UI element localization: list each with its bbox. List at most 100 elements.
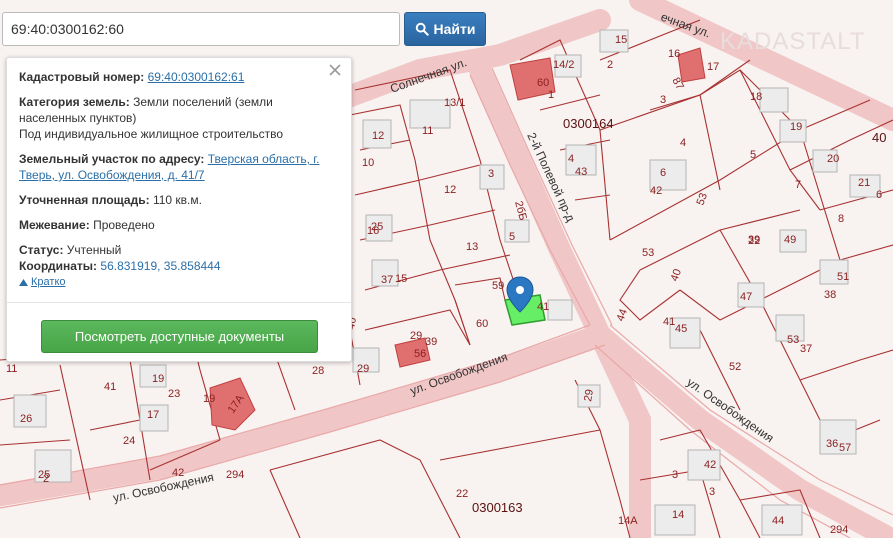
address-row: Земельный участок по адресу: Тверская об… xyxy=(19,151,339,183)
parcel-number-label: 12 xyxy=(444,184,456,196)
land-use-value: Под индивидуальное жилищное строительств… xyxy=(19,127,284,141)
area-row: Уточненная площадь: 110 кв.м. xyxy=(19,192,339,208)
parcel-number-label: 57 xyxy=(839,442,851,454)
parcel-number-label: 17 xyxy=(707,61,719,73)
parcel-number-label: 19 xyxy=(790,121,802,133)
parcel-number-label: 7 xyxy=(795,179,801,191)
coordinates-label: Координаты: xyxy=(19,259,98,273)
parcel-number-label: 2 xyxy=(43,473,49,485)
parcel-number-label: 59 xyxy=(492,280,504,292)
survey-row: Межевание: Проведено xyxy=(19,217,339,233)
parcel-number-label: 24 xyxy=(123,435,135,447)
parcel-number-label: 43 xyxy=(575,166,587,178)
quarter-label: 40 xyxy=(872,130,886,145)
cadastral-number-link[interactable]: 69:40:0300162:61 xyxy=(148,70,245,84)
search-icon xyxy=(415,22,429,36)
parcel-number-label: 38 xyxy=(824,289,836,301)
parcel-number-label: 41 xyxy=(537,301,549,313)
parcel-number-label: 14/2 xyxy=(553,59,574,71)
parcel-number-label: 14 xyxy=(672,509,684,521)
parcel-number-label: 23 xyxy=(168,388,180,400)
parcel-number-label: 10 xyxy=(362,157,374,169)
parcel-number-label: 5 xyxy=(509,231,515,243)
parcel-number-label: 28 xyxy=(312,365,324,377)
address-label: Земельный участок по адресу: xyxy=(19,152,205,166)
parcel-number-label: 37 xyxy=(381,274,393,286)
parcel-number-label: 3 xyxy=(488,168,494,180)
parcel-number-label: 41 xyxy=(663,316,675,328)
parcel-number-label: 13 xyxy=(466,241,478,253)
parcel-number-label: 42 xyxy=(650,185,662,197)
parcel-number-label: 26 xyxy=(20,413,32,425)
parcel-number-label: 60 xyxy=(476,318,488,330)
status-row: Статус: Учтенный xyxy=(19,242,339,258)
parcel-number-label: 294 xyxy=(830,524,848,536)
parcel-number-label: 4 xyxy=(568,153,574,165)
land-category-label: Категория земель: xyxy=(19,95,130,109)
parcel-number-label: 56 xyxy=(414,348,426,360)
parcel-number-label: 39 xyxy=(748,234,760,246)
parcel-number-label: 45 xyxy=(675,323,687,335)
parcel-number-label: 29 xyxy=(582,388,596,402)
parcel-number-label: 19 xyxy=(203,393,215,405)
parcel-number-label: 21 xyxy=(858,177,870,189)
coordinates-value[interactable]: 56.831919, 35.858444 xyxy=(100,259,220,273)
parcel-number-label: 1 xyxy=(548,89,554,101)
parcel-number-label: 53 xyxy=(642,247,654,259)
parcel-number-label: 6 xyxy=(660,167,666,179)
parcel-number-label: 3 xyxy=(672,469,678,481)
divider xyxy=(7,302,351,303)
parcel-number-label: 15 xyxy=(615,34,627,46)
parcel-number-label: 18 xyxy=(750,91,762,103)
view-documents-button[interactable]: Посмотреть доступные документы xyxy=(41,320,318,353)
search-input[interactable] xyxy=(2,12,400,46)
parcel-number-label: 36 xyxy=(826,438,838,450)
watermark: KADASTALT xyxy=(720,28,866,55)
search-button[interactable]: Найти xyxy=(404,12,486,46)
parcel-number-label: 3 xyxy=(709,486,715,498)
parcel-number-label: 12 xyxy=(372,130,384,142)
parcel-number-label: 60 xyxy=(537,77,549,89)
parcel-number-label: 5 xyxy=(750,149,756,161)
parcel-number-label: 19 xyxy=(152,373,164,385)
cadastral-number-row: Кадастровый номер: 69:40:0300162:61 xyxy=(19,69,339,85)
parcel-info-panel: Кадастровый номер: 69:40:0300162:61 Кате… xyxy=(6,57,352,362)
parcel-number-label: 47 xyxy=(740,291,752,303)
parcel-number-label: 29 xyxy=(357,363,369,375)
triangle-up-icon xyxy=(19,278,28,286)
collapse-toggle[interactable]: Кратко xyxy=(19,274,339,290)
cadastral-number-label: Кадастровый номер: xyxy=(19,70,145,84)
search-button-label: Найти xyxy=(433,21,476,37)
parcel-number-label: 294 xyxy=(226,469,244,481)
status-value: Учтенный xyxy=(66,243,122,257)
parcel-number-label: 41 xyxy=(104,381,116,393)
parcel-number-label: 2 xyxy=(607,59,613,71)
parcel-number-label: 52 xyxy=(729,361,741,373)
parcel-number-label: 11 xyxy=(422,125,433,137)
parcel-number-label: 49 xyxy=(784,234,796,246)
quarter-label: 0300164 xyxy=(563,116,614,131)
parcel-number-label: 20 xyxy=(827,153,839,165)
parcel-number-label: 15 xyxy=(395,273,407,285)
parcel-number-label: 53 xyxy=(787,334,799,346)
area-value: 110 кв.м. xyxy=(152,193,202,207)
parcel-number-label: 42 xyxy=(704,459,716,471)
parcel-number-label: 51 xyxy=(837,271,849,283)
quarter-label: 0300163 xyxy=(472,500,523,515)
parcel-number-label: 39 xyxy=(425,336,437,348)
parcel-number-label: 25 xyxy=(371,221,383,233)
status-label: Статус: xyxy=(19,243,64,257)
parcel-number-label: 14А xyxy=(618,515,638,527)
parcel-number-label: 44 xyxy=(772,515,784,527)
parcel-number-label: 8 xyxy=(838,213,844,225)
parcel-number-label: 3 xyxy=(660,94,666,106)
parcel-number-label: 13/1 xyxy=(444,97,465,109)
parcel-number-label: 11 xyxy=(6,363,17,375)
parcel-number-label: 4 xyxy=(680,137,686,149)
parcel-number-label: 6 xyxy=(876,189,882,201)
area-label: Уточненная площадь: xyxy=(19,193,150,207)
parcel-number-label: 22 xyxy=(456,488,468,500)
survey-value: Проведено xyxy=(93,218,155,232)
close-icon[interactable] xyxy=(327,62,343,78)
coordinates-row: Координаты: 56.831919, 35.858444 xyxy=(19,258,339,274)
